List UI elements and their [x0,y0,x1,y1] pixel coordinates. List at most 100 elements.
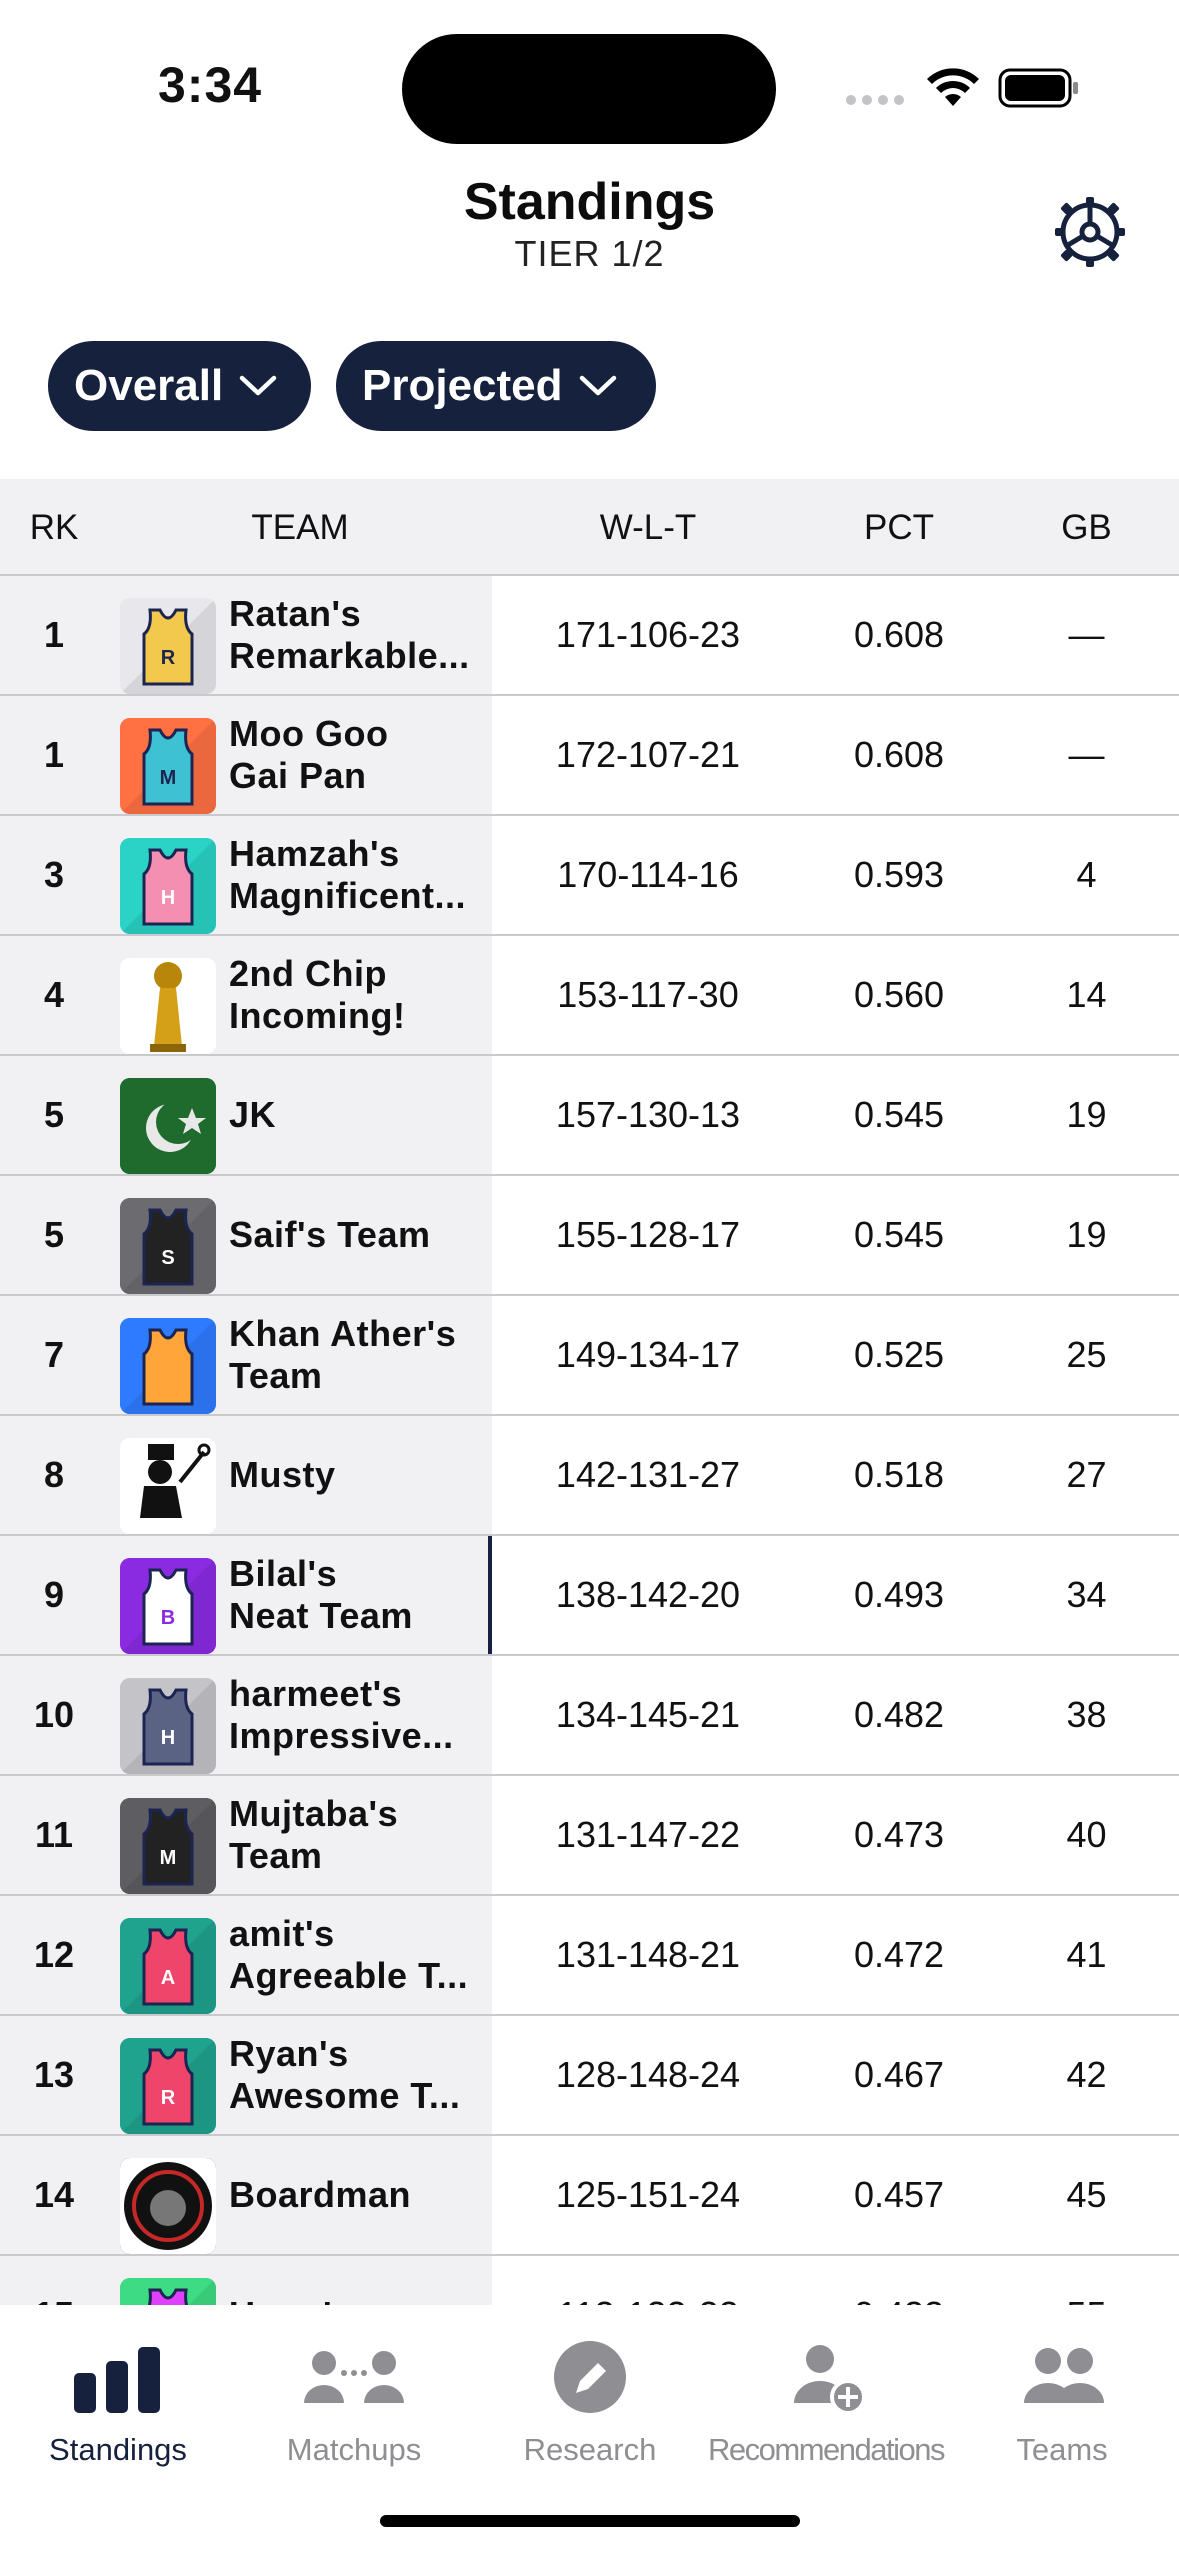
row-team-name: Khan Ather's Team [229,1313,457,1396]
column-header-team[interactable]: TEAM [108,479,492,576]
row-gb: 4 [1076,854,1097,895]
jersey-icon: M [120,1798,216,1894]
row-gb: 40 [1066,1814,1107,1855]
row-rank: 5 [43,1214,65,1255]
row-team-name: Mujtaba's Team [229,1793,399,1876]
status-bar: 3:34 [0,0,1179,160]
column-header-wlt[interactable]: W-L-T [492,479,804,576]
table-row[interactable]: 5 S Saif's Team 155-128-17 0.545 19 [0,1176,1179,1296]
row-pct: 0.518 [853,1454,945,1495]
chevron-down-icon [579,375,616,396]
row-pct: 0.545 [853,1214,945,1255]
overall-filter-button[interactable]: Overall [48,341,311,431]
row-wlt: 125-151-24 [555,2174,741,2215]
row-wlt: 172-107-21 [555,734,741,775]
team-avatar [120,1318,216,1414]
table-row[interactable]: 10 Hharmeet's Impressive... 134-145-21 0.48… [0,1656,1179,1776]
table-row[interactable]: 3 H Hamzah's Magnificent... 170-114-16 0.593… [0,816,1179,936]
jersey-icon: M [120,718,216,814]
row-wlt: 170-114-16 [557,854,739,895]
row-pct: 0.608 [853,614,945,655]
row-pct: 0.473 [853,1814,945,1855]
row-rank: 5 [43,1094,65,1135]
row-team-name: Hamzah's Magnificent... [229,833,467,916]
table-row[interactable]: 15 Umer's113-133-220.43355 [0,2256,1179,2305]
jersey-letter: A [161,1967,175,1989]
table-row[interactable]: 7 Khan Ather's Team 149-134-17 0.525 25 [0,1296,1179,1416]
row-pct: 0.593 [853,854,945,895]
row-wlt: 134-145-21 [555,1694,741,1735]
trophy-icon [120,958,216,1054]
tab-standings[interactable]: Standings [0,2325,236,2485]
row-team-name: JK [229,1094,277,1135]
chevron-down-icon [239,375,277,396]
jersey-letter: M [160,767,177,789]
row-rank: 7 [43,1334,65,1375]
row-team-name: Musty [229,1454,336,1495]
tab-research[interactable]: Research [472,2325,708,2485]
row-rank: 9 [43,1574,65,1615]
jersey-icon: R [120,2038,216,2134]
jersey-letter: H [161,887,175,909]
jersey-letter: M [160,1847,177,1869]
tab-matchups[interactable]: Matchups [236,2325,472,2485]
team-avatar [120,1438,216,1534]
table-row[interactable]: 1 M Moo Goo Gai Pan 172-107-21 0.608 — [0,696,1179,816]
team-avatar: S [120,1198,216,1294]
row-team-name: Saif's Team [229,1214,431,1255]
row-team-name: 2nd Chip Incoming! [229,953,406,1036]
settings-gear-icon[interactable] [1050,192,1130,272]
team-avatar [120,958,216,1054]
table-row[interactable]: 11 M Mujtaba's Team 131-147-22 0.473 40 [0,1776,1179,1896]
table-row[interactable]: 14 Boardman 125-151-24 0.457 45 [0,2136,1179,2256]
table-row[interactable]: 1 R Ratan's Remarkable... 171-106-23 0.608 — [0,576,1179,696]
row-wlt: 128-148-24 [555,2054,741,2095]
table-row[interactable]: 8 Musty 142-131-27 0.518 27 [0,1416,1179,1536]
projected-filter-button[interactable]: Projected [336,341,656,431]
jersey-icon: A [120,1918,216,2014]
column-header-gb[interactable]: GB [994,479,1179,576]
tab-recommendations[interactable]: Recommendations [708,2325,945,2485]
tab-label: Teams [1016,2432,1108,2467]
team-avatar [120,2278,216,2305]
row-pct: 0.525 [853,1334,945,1375]
row-gb: 25 [1066,1334,1107,1375]
row-team-name: Bilal's Neat Team [229,1553,413,1636]
column-header-rk[interactable]: RK [0,479,108,576]
team-avatar [120,1078,216,1174]
battery-icon [998,68,1078,108]
row-wlt: 157-130-13 [555,1094,741,1135]
jersey-icon [120,2278,216,2305]
table-row[interactable]: 12 Aamit's Agreeable T... 131-148-21 0.472 4… [0,1896,1179,2016]
team-avatar [120,2158,216,2254]
tab-teams[interactable]: Teams [944,2325,1179,2485]
jersey-letter: S [161,1247,174,1269]
page-subtitle: TIER 1/2 [514,233,665,274]
row-gb: 38 [1066,1694,1107,1735]
column-header-pct[interactable]: PCT [804,479,994,576]
table-row[interactable]: 13 R Ryan's Awesome T... 128-148-24 0.467 42 [0,2016,1179,2136]
row-gb: 19 [1066,1094,1107,1135]
table-row[interactable]: 5 JK 157-130-13 0.545 19 [0,1056,1179,1176]
wifi-icon [927,68,979,106]
row-rank: 1 [43,614,65,655]
row-gb: — [1068,734,1105,775]
row-wlt: 131-148-21 [555,1934,741,1975]
team-avatar: R [120,2038,216,2134]
row-team-name: Moo Goo Gai Pan [229,713,389,796]
matchups-icon [304,2351,404,2403]
row-wlt: 171-106-23 [555,614,741,655]
team-avatar: M [120,1798,216,1894]
team-avatar: A [120,1918,216,2014]
row-gb: 45 [1066,2174,1107,2215]
row-pct: 0.560 [853,974,945,1015]
table-row[interactable]: 4 2nd Chip Incoming! 153-117-30 0.560 14 [0,936,1179,1056]
jersey-icon: B [120,1558,216,1654]
row-pct: 0.472 [853,1934,945,1975]
row-pct: 0.545 [853,1094,945,1135]
table-row[interactable]: 9 B Bilal's Neat Team 138-142-20 0.493 34 [0,1536,1179,1656]
row-rank: 4 [43,974,65,1015]
row-wlt: 149-134-17 [555,1334,741,1375]
jersey-letter: H [161,1727,175,1749]
row-rank: 14 [33,2174,75,2215]
